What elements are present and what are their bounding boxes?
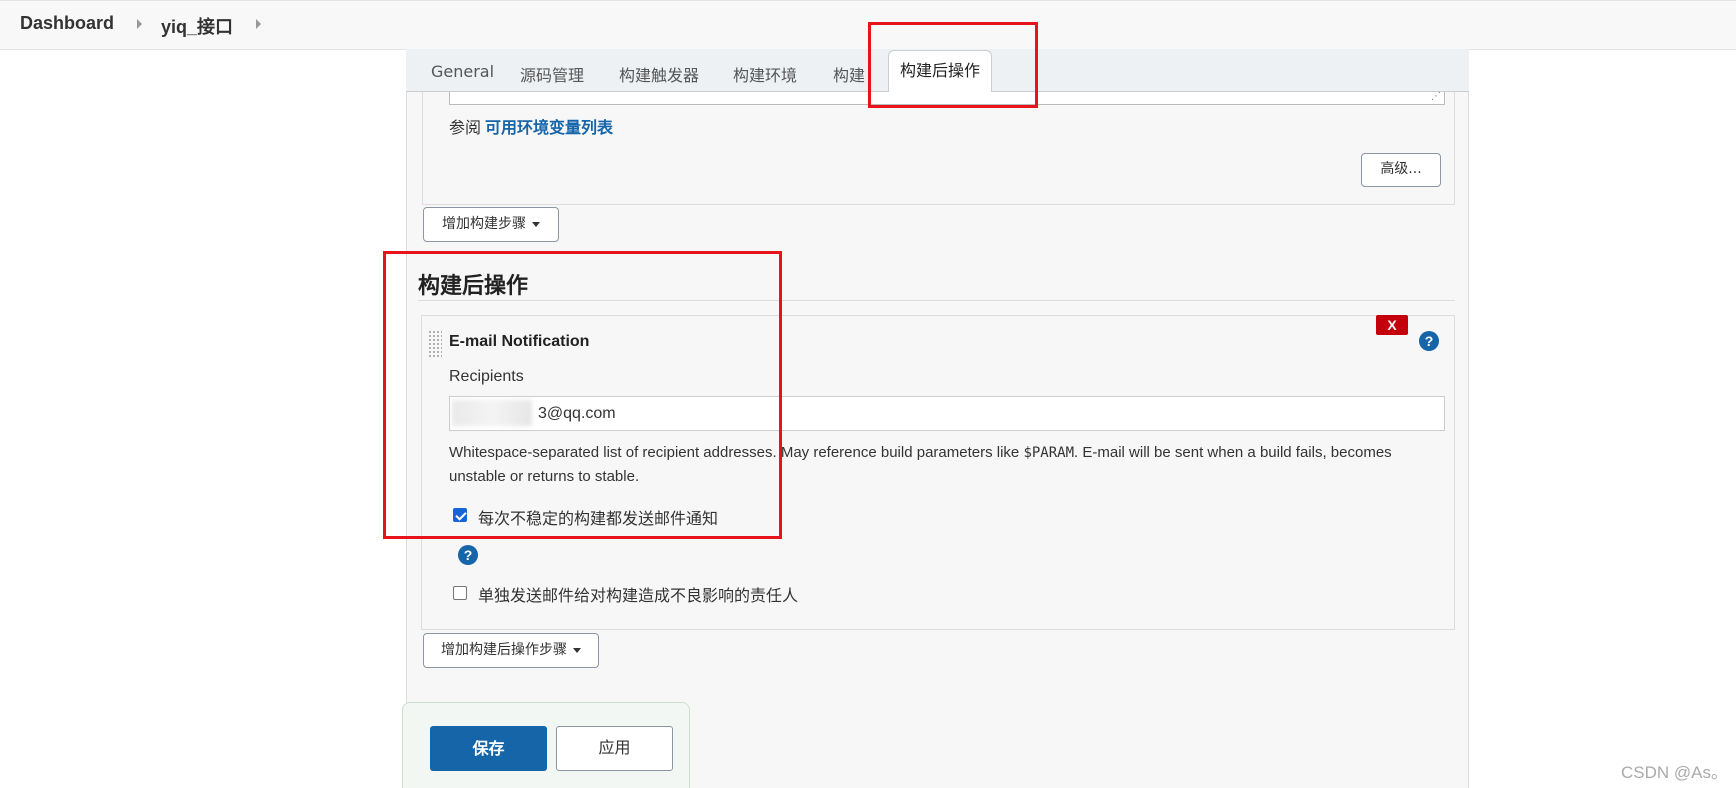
tab-general[interactable]: General: [431, 62, 494, 81]
highlight-box: [868, 22, 1038, 108]
breadcrumb-project[interactable]: yiq_接口: [161, 13, 233, 39]
env-vars-link[interactable]: 可用环境变量列表: [485, 114, 613, 138]
add-build-step-label: 增加构建步骤: [442, 216, 526, 232]
highlight-box: [383, 251, 782, 539]
watermark: CSDN @As。: [1621, 763, 1728, 782]
tab-source-management[interactable]: 源码管理: [520, 62, 584, 86]
tab-build-environment[interactable]: 构建环境: [733, 62, 797, 86]
breadcrumb-separator-icon[interactable]: [137, 19, 142, 29]
build-step-box: [422, 92, 1455, 205]
param-code: $PARAM: [1023, 445, 1075, 461]
resize-grip-icon[interactable]: ⋰: [1431, 92, 1443, 102]
tab-build[interactable]: 构建: [833, 62, 865, 86]
help-icon[interactable]: ?: [1419, 331, 1439, 351]
add-post-build-step-label: 增加构建后操作步骤: [441, 642, 567, 658]
caret-down-icon: [573, 647, 581, 653]
add-post-build-step-button[interactable]: 增加构建后操作步骤: [423, 633, 599, 668]
help-icon[interactable]: ?: [458, 545, 478, 565]
delete-step-button[interactable]: X: [1376, 315, 1408, 335]
tab-build-triggers[interactable]: 构建触发器: [619, 62, 699, 86]
individual-notify-label: 单独发送邮件给对构建造成不良影响的责任人: [478, 586, 799, 605]
save-button[interactable]: 保存: [430, 726, 547, 771]
breadcrumb-separator-icon[interactable]: [256, 19, 261, 29]
apply-button[interactable]: 应用: [556, 726, 673, 771]
individual-notify-checkbox[interactable]: [453, 586, 467, 600]
see-also-text: 参阅: [449, 118, 482, 137]
advanced-button[interactable]: 高级...: [1361, 153, 1441, 187]
add-build-step-button[interactable]: 增加构建步骤: [423, 207, 559, 242]
caret-down-icon: [532, 221, 540, 227]
breadcrumb-dashboard[interactable]: Dashboard: [20, 13, 114, 34]
